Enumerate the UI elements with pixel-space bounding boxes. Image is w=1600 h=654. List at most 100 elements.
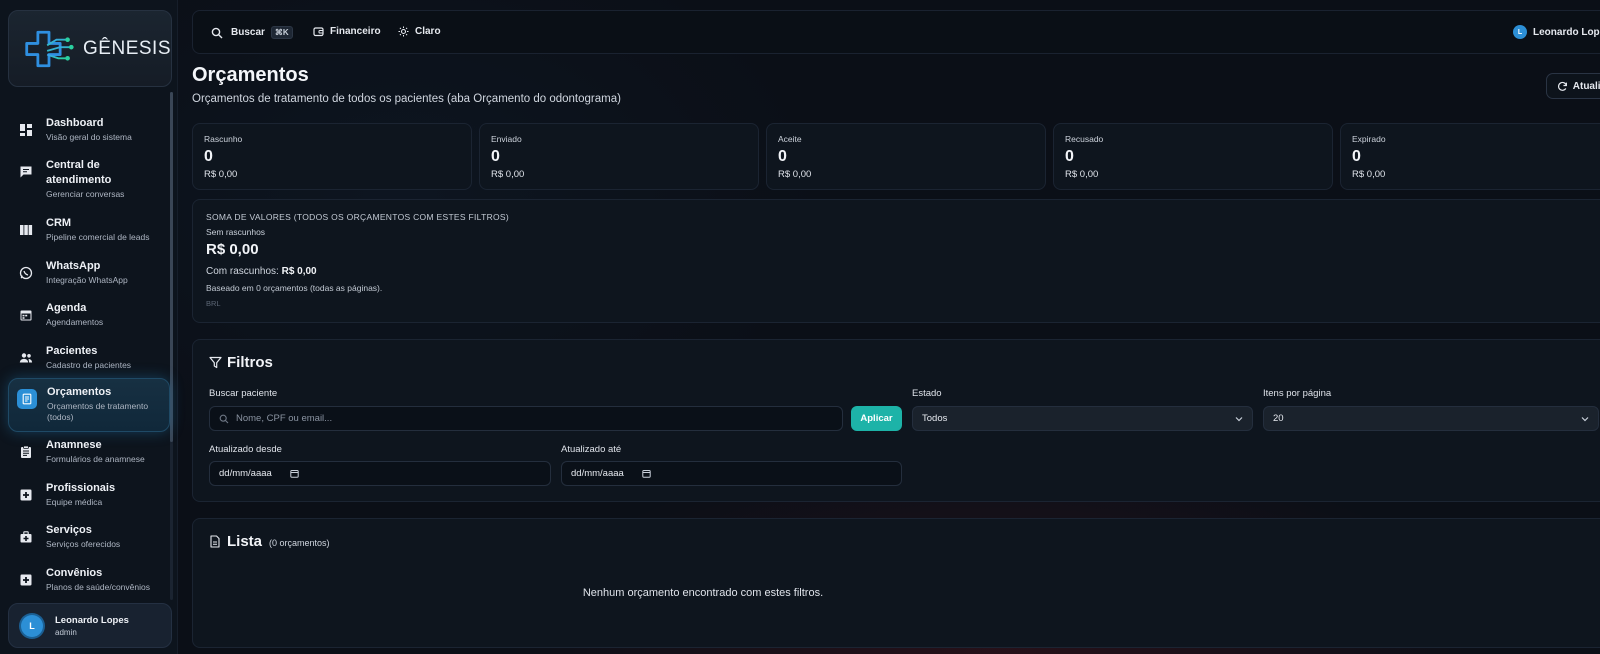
- list-title: Lista (0 orçamentos): [209, 533, 330, 550]
- values-summary-card: SOMA DE VALORES (TODOS OS ORÇAMENTOS COM…: [192, 199, 1600, 323]
- search-patient-input[interactable]: Nome, CPF ou email...: [209, 406, 843, 431]
- updated-to-date-input[interactable]: dd/mm/aaaa: [561, 461, 902, 486]
- state-value: Todos: [922, 413, 948, 424]
- calendar-icon[interactable]: [290, 469, 299, 478]
- receipt-icon: [17, 389, 37, 409]
- finance-button[interactable]: Financeiro: [313, 26, 381, 37]
- refresh-icon: [1558, 81, 1567, 91]
- sidebar-item-profissionais[interactable]: Profissionais Equipe médica: [8, 475, 170, 514]
- wallet-icon: [313, 27, 324, 37]
- whatsapp-icon: [18, 265, 34, 281]
- topbar-user-name: Leonardo Lopes: [1533, 26, 1600, 38]
- medical-plus-icon: [18, 487, 34, 503]
- sidebar-item-agenda[interactable]: Agenda Agendamentos: [8, 295, 170, 334]
- sidebar-item-orcamentos[interactable]: Orçamentos Orçamentos de tratamento (todo…: [8, 378, 170, 432]
- sidebar-item-label: Anamnese: [46, 439, 102, 451]
- filters-title: Filtros: [209, 354, 273, 371]
- stat-count: 0: [1352, 148, 1361, 165]
- stat-count: 0: [1065, 148, 1074, 165]
- stat-count: 0: [491, 148, 500, 165]
- sidebar-item-description: Agendamentos: [46, 317, 104, 327]
- search-icon: [211, 27, 223, 38]
- document-icon: [210, 535, 220, 548]
- stat-label: Rascunho: [204, 134, 243, 144]
- state-select[interactable]: Todos: [912, 406, 1253, 431]
- sidebar-item-central-de-atendimento[interactable]: Central de atendimento Gerenciar conversa…: [8, 152, 170, 206]
- stat-label: Enviado: [491, 134, 522, 144]
- sidebar-item-description: Cadastro de pacientes: [46, 360, 132, 370]
- avatar: L: [1513, 25, 1527, 39]
- per-page-value: 20: [1273, 413, 1284, 424]
- filter-icon: [209, 356, 222, 369]
- search-patient-label: Buscar paciente: [209, 388, 278, 399]
- refresh-button[interactable]: Atualizar: [1546, 73, 1600, 99]
- stat-card-aceite: Aceite 0 R$ 0,00: [766, 123, 1046, 190]
- sidebar-item-label: Orçamentos: [47, 386, 112, 398]
- stat-amount: R$ 0,00: [1065, 169, 1099, 180]
- sidebar-item-anamnese[interactable]: Anamnese Formulários de anamnese: [8, 432, 170, 471]
- stat-count: 0: [778, 148, 787, 165]
- sidebar-item-dashboard[interactable]: Dashboard Visão geral do sistema: [8, 110, 170, 149]
- without-drafts-value: R$ 0,00: [206, 241, 259, 258]
- sidebar-item-crm[interactable]: CRM Pipeline comercial de leads: [8, 210, 170, 249]
- stat-amount: R$ 0,00: [1352, 169, 1386, 180]
- sidebar-item-convenios[interactable]: Convênios Planos de saúde/convênios: [8, 560, 170, 599]
- theme-label: Claro: [415, 26, 441, 37]
- sun-icon: [398, 26, 409, 37]
- medical-plus-icon: [18, 572, 34, 588]
- stat-label: Expirado: [1352, 134, 1386, 144]
- sidebar-item-label: Agenda: [46, 302, 87, 314]
- sidebar-item-label: Dashboard: [46, 117, 104, 129]
- updated-from-date-input[interactable]: dd/mm/aaaa: [209, 461, 551, 486]
- topbar: Buscar ⌘K Financeiro Claro L Leonardo Lo…: [192, 10, 1600, 54]
- sidebar-user-card[interactable]: L Leonardo Lopes admin: [8, 603, 172, 648]
- sidebar-item-pacientes[interactable]: Pacientes Cadastro de pacientes: [8, 338, 170, 377]
- search-icon: [219, 414, 229, 423]
- dashboard-icon: [18, 122, 34, 138]
- sidebar-item-label: CRM: [46, 217, 72, 229]
- stat-amount: R$ 0,00: [204, 169, 238, 180]
- finance-label: Financeiro: [330, 26, 381, 37]
- filters-card: Filtros Buscar paciente Nome, CPF ou ema…: [192, 339, 1600, 502]
- summary-heading: SOMA DE VALORES (TODOS OS ORÇAMENTOS COM…: [206, 212, 510, 222]
- calendar-icon: [18, 307, 34, 323]
- per-page-label: Itens por página: [1263, 388, 1332, 399]
- calendar-icon[interactable]: [642, 469, 651, 478]
- sidebar-item-description: Formulários de anamnese: [46, 454, 145, 464]
- topbar-user-button[interactable]: L Leonardo Lopes: [1513, 25, 1600, 39]
- chevron-down-icon: [1235, 417, 1243, 422]
- stat-card-enviado: Enviado 0 R$ 0,00: [479, 123, 759, 190]
- based-on-text: Baseado em 0 orçamentos (todas as página…: [206, 283, 383, 293]
- app-logo[interactable]: GÊNESIS: [8, 10, 172, 87]
- sidebar-item-label: Pacientes: [46, 345, 98, 357]
- user-name: Leonardo Lopes: [55, 614, 129, 626]
- sidebar-scrollbar-thumb[interactable]: [170, 92, 173, 442]
- chat-icon: [18, 164, 34, 180]
- sidebar-item-description: Serviços oferecidos: [46, 539, 121, 549]
- stat-label: Aceite: [778, 134, 802, 144]
- avatar: L: [21, 614, 43, 637]
- sidebar-item-description: Integração WhatsApp: [46, 275, 128, 285]
- sidebar-item-description: Pipeline comercial de leads: [46, 232, 150, 242]
- filters-title-text: Filtros: [227, 354, 273, 371]
- sidebar-item-description: Gerenciar conversas: [46, 189, 125, 199]
- stat-card-expirado: Expirado 0 R$ 0,00: [1340, 123, 1600, 190]
- stat-amount: R$ 0,00: [491, 169, 525, 180]
- medical-bag-icon: [18, 529, 34, 545]
- sidebar-item-label: Convênios: [46, 567, 103, 579]
- columns-icon: [18, 222, 34, 238]
- apply-button[interactable]: Aplicar: [851, 406, 902, 431]
- updated-to-label: Atualizado até: [561, 444, 622, 455]
- sidebar-item-servicos[interactable]: Serviços Serviços oferecidos: [8, 517, 170, 556]
- sidebar-item-whatsapp[interactable]: WhatsApp Integração WhatsApp: [8, 253, 170, 292]
- sidebar-item-description: Equipe médica: [46, 497, 103, 507]
- search-button[interactable]: Buscar ⌘K: [211, 26, 293, 39]
- sidebar-item-label: Central de atendimento: [46, 159, 112, 186]
- updated-from-label: Atualizado desde: [209, 444, 282, 455]
- per-page-select[interactable]: 20: [1263, 406, 1599, 431]
- with-drafts-line: Com rascunhos: R$ 0,00: [206, 266, 1598, 277]
- theme-toggle-button[interactable]: Claro: [398, 26, 441, 37]
- stat-count: 0: [204, 148, 213, 165]
- stat-label: Recusado: [1065, 134, 1104, 144]
- stat-card-recusado: Recusado 0 R$ 0,00: [1053, 123, 1333, 190]
